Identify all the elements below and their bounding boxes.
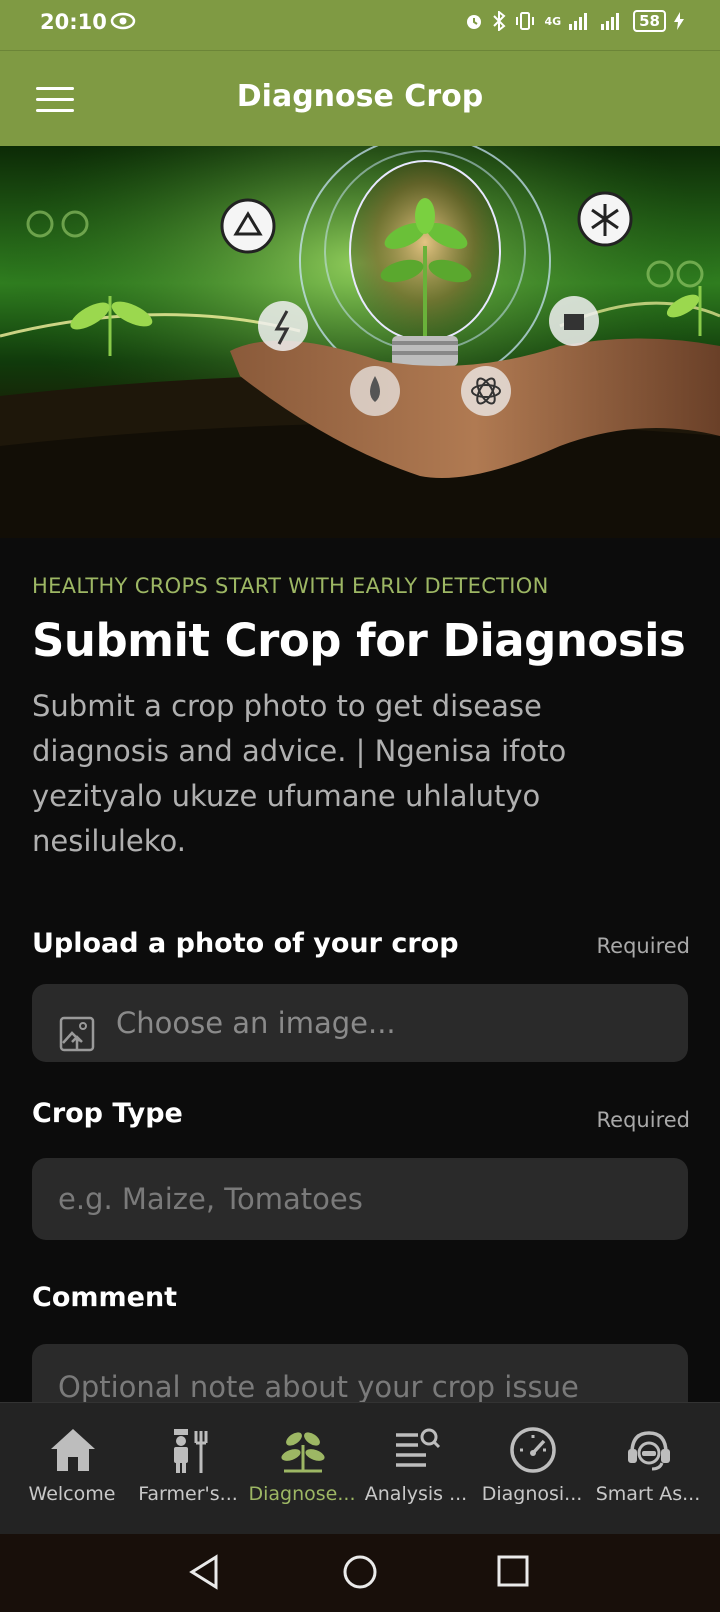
recents-icon[interactable] bbox=[496, 1554, 530, 1592]
list-search-icon bbox=[396, 1428, 441, 1467]
network-type: 4G bbox=[544, 14, 562, 28]
crop-type-input[interactable]: e.g. Maize, Tomatoes bbox=[32, 1158, 688, 1240]
nav-item-diagnose[interactable]: Diagnose... bbox=[242, 1403, 362, 1535]
recycle-icon bbox=[220, 198, 276, 254]
status-time: 20:10 bbox=[40, 10, 107, 34]
signal-icon-2 bbox=[601, 13, 620, 30]
status-icons: 4G 58 bbox=[464, 10, 684, 32]
hero-image bbox=[0, 146, 720, 538]
home-icon bbox=[51, 1429, 95, 1471]
gauge-icon bbox=[510, 1427, 556, 1473]
photo-placeholder: Choose an image... bbox=[116, 1006, 396, 1040]
battery-level: 58 bbox=[633, 10, 666, 32]
nav-label-farmers: Farmer's... bbox=[138, 1483, 238, 1505]
form-heading: Submit Crop for Diagnosis bbox=[32, 614, 686, 667]
headset-icon bbox=[628, 1431, 670, 1471]
nav-label-analysis: Analysis ... bbox=[364, 1483, 468, 1505]
farmer-icon bbox=[174, 1429, 208, 1473]
comment-placeholder: Optional note about your crop issue bbox=[58, 1370, 579, 1404]
photo-required-text: Required bbox=[596, 934, 690, 958]
factory-icon bbox=[549, 296, 599, 346]
charging-icon bbox=[674, 12, 684, 30]
nav-label-smart-assistant: Smart As... bbox=[595, 1483, 701, 1505]
photo-upload-field[interactable]: Choose an image... bbox=[32, 984, 688, 1062]
atom-icon bbox=[461, 366, 511, 416]
nav-label-diagnosis-history: Diagnosi... bbox=[481, 1483, 583, 1505]
vibrate-icon bbox=[516, 12, 535, 30]
page-title: Diagnose Crop bbox=[236, 79, 484, 114]
eye-icon bbox=[110, 12, 136, 34]
nav-item-welcome[interactable]: Welcome bbox=[12, 1403, 132, 1535]
status-bar: 20:10 4G 58 bbox=[0, 0, 720, 50]
app-bar: Diagnose Crop bbox=[0, 50, 720, 147]
nav-label-welcome: Welcome bbox=[28, 1483, 116, 1505]
nav-label-diagnose: Diagnose... bbox=[248, 1483, 356, 1505]
lightning-icon bbox=[258, 301, 308, 351]
comment-label: Comment bbox=[32, 1282, 178, 1313]
home-circle-icon[interactable] bbox=[342, 1554, 378, 1594]
system-navigation-bar bbox=[0, 1534, 720, 1612]
signal-icon bbox=[569, 13, 588, 30]
image-upload-icon bbox=[58, 1004, 96, 1082]
alarm-icon bbox=[467, 15, 482, 29]
back-icon[interactable] bbox=[188, 1554, 220, 1594]
bluetooth-icon bbox=[493, 11, 506, 31]
eyebrow-text: HEALTHY CROPS START WITH EARLY DETECTION bbox=[32, 574, 549, 598]
plant-icon bbox=[281, 1432, 325, 1473]
nav-item-farmers[interactable]: Farmer's... bbox=[128, 1403, 248, 1535]
crop-type-label: Crop Type bbox=[32, 1098, 183, 1129]
crop-type-placeholder: e.g. Maize, Tomatoes bbox=[58, 1182, 363, 1216]
crop-type-required-text: Required bbox=[596, 1108, 690, 1132]
water-drop-icon bbox=[350, 366, 400, 416]
bottom-navigation: Welcome Farmer's... Diagnose... Analysis… bbox=[0, 1402, 720, 1535]
nav-item-diagnosis-history[interactable]: Diagnosi... bbox=[472, 1403, 592, 1535]
nav-item-analysis[interactable]: Analysis ... bbox=[356, 1403, 476, 1535]
form-description: Submit a crop photo to get disease diagn… bbox=[32, 689, 567, 858]
nav-item-smart-assistant[interactable]: Smart As... bbox=[588, 1403, 708, 1535]
windmill-icon bbox=[577, 191, 633, 247]
photo-label: Upload a photo of your crop bbox=[32, 928, 459, 959]
